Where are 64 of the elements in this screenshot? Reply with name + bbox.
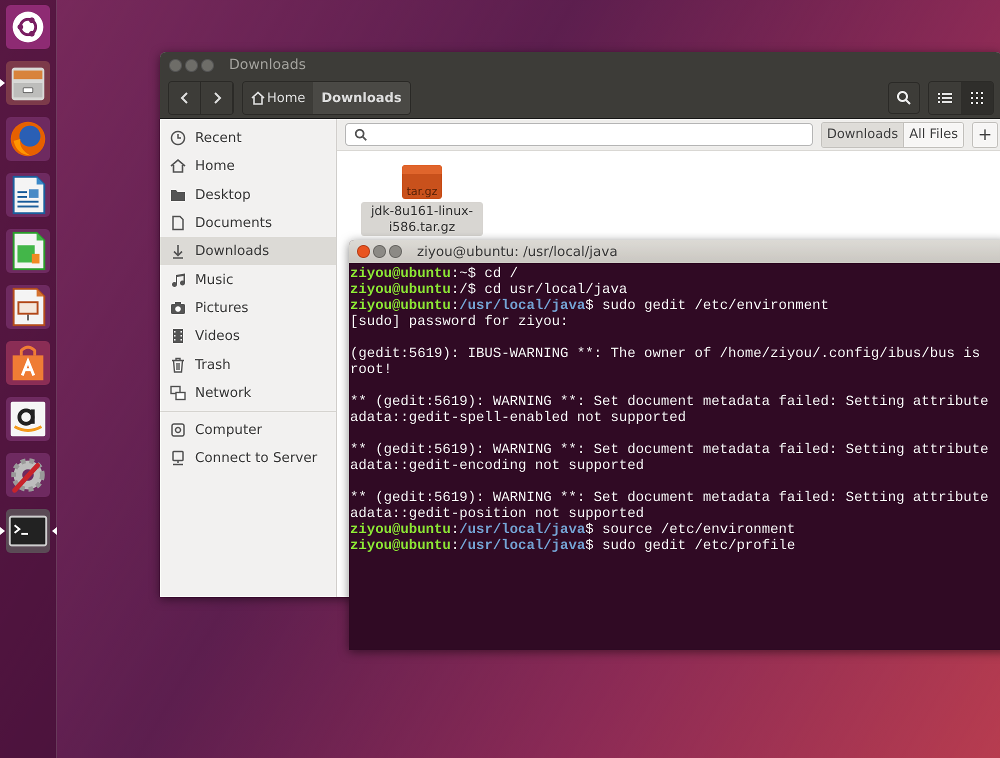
sidebar-item[interactable]: Pictures — [160, 294, 336, 322]
camera-icon — [170, 300, 186, 316]
terminal-line: [sudo] password for ziyou: — [350, 314, 568, 330]
path-button[interactable]: Downloads — [313, 82, 410, 114]
sidebar-item[interactable]: Home — [160, 152, 336, 181]
sidebar-item[interactable]: Documents — [160, 208, 336, 238]
window-title: Downloads — [229, 57, 306, 73]
sidebar-item[interactable]: Recent — [160, 124, 336, 152]
home-icon — [251, 91, 265, 105]
grid-view-button[interactable] — [961, 82, 993, 114]
server-icon — [170, 450, 186, 466]
search-icon — [354, 128, 368, 142]
file-name[interactable]: jdk-8u161-linux-i586.tar.gz — [361, 202, 483, 236]
terminal-line: ziyou@ubuntu:/$ cd usr/local/java — [350, 282, 628, 298]
terminal-line: ** (gedit:5619): WARNING **: Set document metadata failed: Setting attribute — [350, 490, 989, 506]
writer-launcher-icon[interactable] — [5, 172, 51, 218]
terminal-line: ziyou@ubuntu:/usr/local/java$ sudo gedit /etc/environment — [350, 298, 829, 314]
list-icon — [938, 92, 952, 104]
terminal-line: adata::gedit-spell-enabled not supported — [350, 410, 686, 426]
drive-icon — [170, 422, 186, 438]
terminal-line: ** (gedit:5619): WARNING **: Set document metadata failed: Setting attribute — [350, 394, 989, 410]
settings-launcher-icon[interactable] — [5, 452, 51, 498]
search-scope-button[interactable]: All Files — [904, 122, 963, 146]
terminal-line: adata::gedit-encoding not supported — [350, 458, 644, 474]
network-icon — [170, 384, 186, 401]
sidebar-item[interactable]: Desktop — [160, 180, 336, 209]
trash-icon — [170, 356, 186, 373]
sidebar-item[interactable]: Music — [160, 265, 336, 294]
impress-launcher-icon[interactable] — [5, 284, 51, 330]
sidebar-item[interactable]: Connect to Server — [160, 444, 336, 473]
calc-launcher-icon[interactable] — [5, 228, 51, 274]
document-icon — [170, 215, 186, 232]
sidebar-item[interactable]: Trash — [160, 350, 336, 379]
sidebar-item[interactable]: Network — [160, 378, 336, 407]
add-button[interactable]: + — [972, 122, 998, 148]
grid-icon — [971, 92, 983, 104]
search-scope-button[interactable]: Downloads — [822, 122, 904, 146]
terminal-line: (gedit:5619): IBUS-WARNING **: The owner of /home/ziyou/.config/ibus/bus is — [350, 346, 980, 362]
terminal-line: ziyou@ubuntu:/usr/local/java$ source /etc/environment — [350, 522, 796, 538]
terminal-line: ziyou@ubuntu:/usr/local/java$ sudo gedit /etc/profile — [350, 538, 796, 554]
recent-icon — [170, 130, 186, 146]
back-button[interactable] — [169, 82, 201, 114]
chevron-left-icon — [178, 91, 190, 105]
terminal-line: adata::gedit-position not supported — [350, 506, 644, 522]
download-icon — [170, 243, 186, 260]
search-button[interactable] — [888, 82, 920, 114]
search-icon — [896, 90, 912, 106]
terminal-launcher-icon[interactable] — [5, 508, 51, 554]
terminal-line: ziyou@ubuntu:~$ cd / — [350, 266, 518, 282]
music-icon — [170, 272, 186, 288]
home-icon — [170, 158, 186, 174]
terminal-line: ** (gedit:5619): WARNING **: Set document metadata failed: Setting attribute — [350, 442, 989, 458]
ubuntu-launcher-icon[interactable] — [5, 4, 51, 50]
sidebar-item[interactable]: Computer — [160, 416, 336, 444]
film-icon — [170, 328, 186, 344]
firefox-launcher-icon[interactable] — [5, 116, 51, 162]
search-field[interactable] — [345, 123, 813, 146]
sidebar-item[interactable]: Downloads — [160, 237, 336, 266]
sidebar-item[interactable]: Videos — [160, 322, 336, 350]
amazon-launcher-icon[interactable] — [5, 396, 51, 442]
terminal-line: root! — [350, 362, 392, 378]
window-title: ziyou@ubuntu: /usr/local/java — [417, 244, 618, 260]
store-launcher-icon[interactable] — [5, 340, 51, 386]
files-launcher-icon[interactable] — [5, 60, 51, 106]
